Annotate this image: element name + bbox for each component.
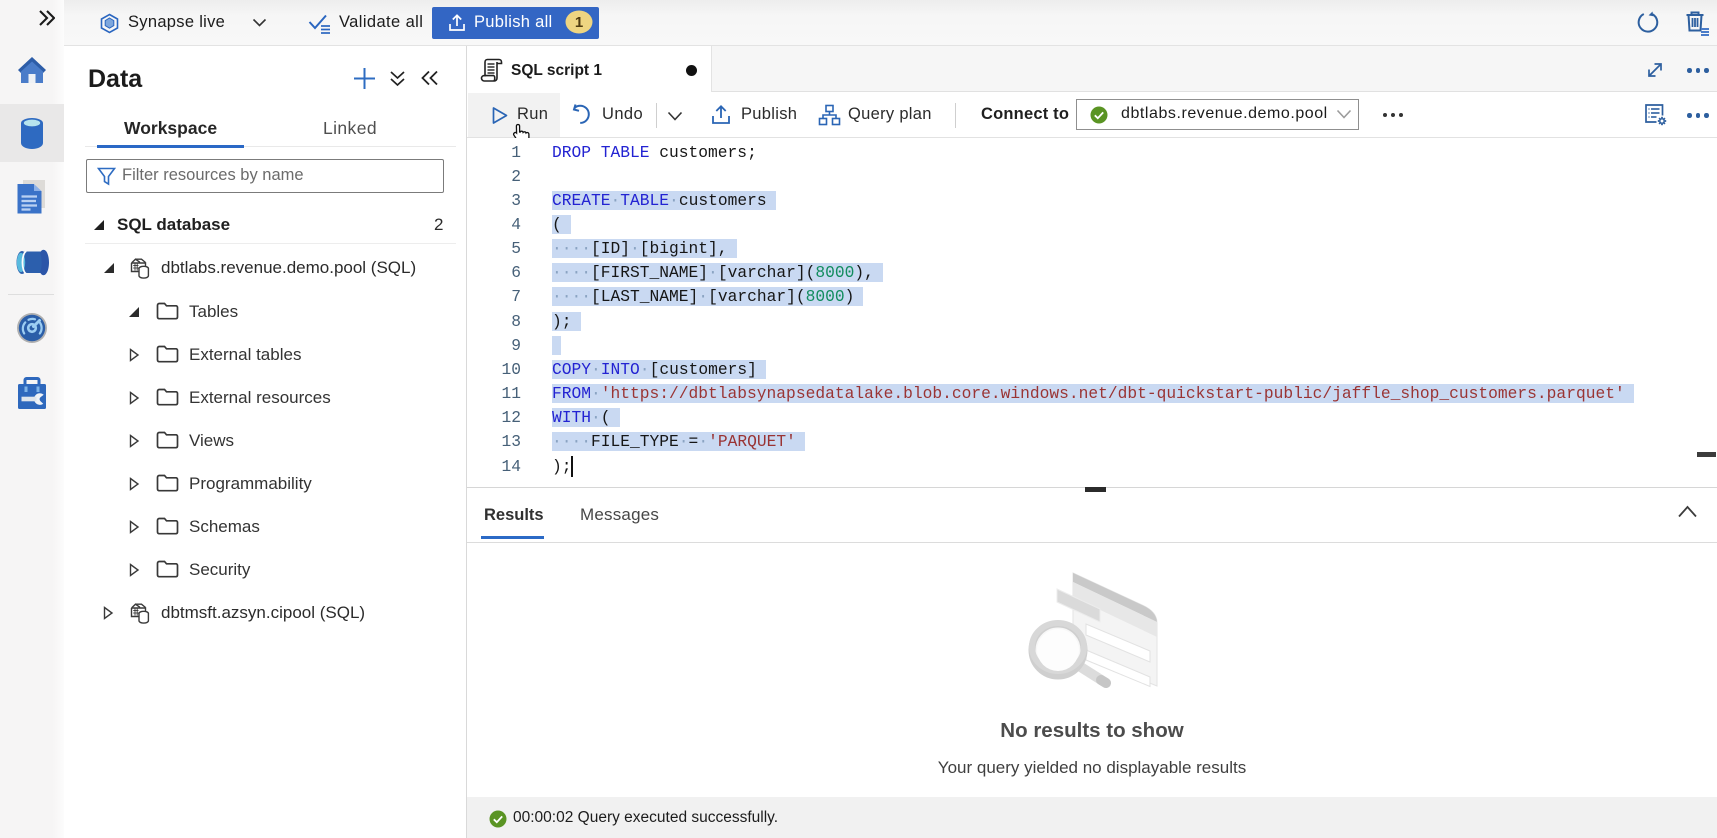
svg-text:1: 1 [575, 14, 583, 31]
